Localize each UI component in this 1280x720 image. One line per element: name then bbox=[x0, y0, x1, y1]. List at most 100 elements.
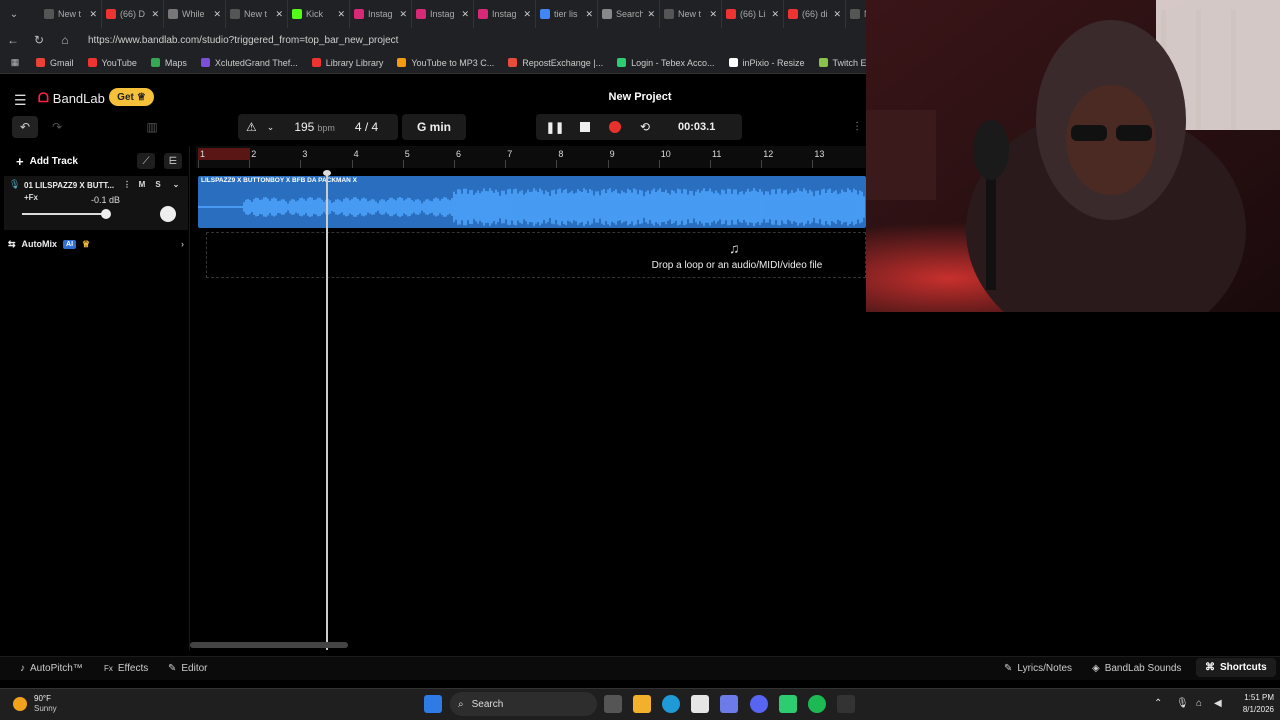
bookmark-item[interactable]: Maps bbox=[150, 58, 187, 68]
loop-button[interactable]: ⟲ bbox=[636, 118, 654, 136]
wifi-icon[interactable]: ⌂ bbox=[1196, 698, 1202, 709]
tab-close-icon[interactable]: ✕ bbox=[647, 9, 655, 20]
lyrics-notes-button[interactable]: ✎ Lyrics/Notes bbox=[1004, 661, 1072, 675]
volume-icon[interactable]: ◀ bbox=[1214, 698, 1222, 709]
system-clock[interactable]: 1:51 PM 8/1/2026 bbox=[1228, 692, 1274, 716]
spotify-icon[interactable] bbox=[808, 695, 826, 713]
weather-description[interactable]: Sunny bbox=[34, 704, 57, 713]
automix-row[interactable]: ⇆ AutoMix AI ♕ › bbox=[8, 236, 186, 252]
back-icon[interactable]: ← bbox=[6, 33, 20, 47]
copilot-icon[interactable] bbox=[720, 695, 738, 713]
tab-close-icon[interactable]: ✕ bbox=[771, 9, 779, 20]
discord-icon[interactable] bbox=[750, 695, 768, 713]
reload-icon[interactable]: ↻ bbox=[32, 33, 46, 47]
xbox-icon[interactable] bbox=[779, 695, 797, 713]
tab-close-icon[interactable]: ✕ bbox=[151, 9, 159, 20]
track-expand-icon[interactable]: ⌄ bbox=[170, 179, 182, 191]
playhead[interactable] bbox=[326, 172, 328, 650]
browser-tab[interactable]: Search ✕ bbox=[598, 0, 660, 28]
weather-temperature[interactable]: 90°F bbox=[34, 694, 51, 703]
browser-tab[interactable]: New t ✕ bbox=[40, 0, 102, 28]
bookmark-item[interactable]: Library Library bbox=[311, 58, 383, 68]
solo-button[interactable]: S bbox=[152, 179, 164, 191]
stop-button[interactable] bbox=[576, 118, 594, 136]
bookmark-item[interactable]: YouTube bbox=[87, 58, 137, 68]
taskbar-search[interactable]: ⌕ Search bbox=[450, 692, 597, 716]
bookmark-item[interactable]: Login - Tebex Acco... bbox=[617, 58, 715, 68]
bandlab-logo[interactable]: ᗝ BandLab bbox=[38, 90, 105, 106]
tab-close-icon[interactable]: ✕ bbox=[399, 9, 407, 20]
metronome-dropdown-icon[interactable]: ⌄ bbox=[267, 122, 275, 133]
tab-close-icon[interactable]: ✕ bbox=[213, 9, 221, 20]
bookmark-item[interactable]: Gmail bbox=[36, 58, 74, 68]
bookmark-item[interactable]: RepostExchange |... bbox=[508, 58, 603, 68]
browser-tab[interactable]: Instag ✕ bbox=[350, 0, 412, 28]
browser-tab[interactable]: New t ✕ bbox=[226, 0, 288, 28]
tab-close-icon[interactable]: ✕ bbox=[461, 9, 469, 20]
mute-button[interactable]: M bbox=[136, 179, 148, 191]
task-view-icon[interactable] bbox=[604, 695, 622, 713]
tab-close-icon[interactable]: ✕ bbox=[523, 9, 531, 20]
file-explorer-icon[interactable] bbox=[633, 695, 651, 713]
mixer-icon[interactable]: ⫶ bbox=[848, 116, 866, 138]
bookmark-item[interactable]: inPixio - Resize bbox=[728, 58, 805, 68]
get-membership-button[interactable]: Get ♕ bbox=[109, 88, 154, 106]
tab-close-icon[interactable]: ✕ bbox=[89, 9, 97, 20]
track-settings-icon[interactable]: ⋿ bbox=[164, 153, 182, 169]
record-button[interactable] bbox=[606, 118, 624, 136]
url-field[interactable]: https://www.bandlab.com/studio?triggered… bbox=[88, 35, 398, 46]
browser-tab[interactable]: While ✕ bbox=[164, 0, 226, 28]
track-menu-icon[interactable]: ⋮ bbox=[121, 179, 133, 191]
key-selector[interactable]: G min bbox=[402, 114, 466, 140]
browser-tab[interactable]: (66) di ✕ bbox=[784, 0, 846, 28]
tab-close-icon[interactable]: ✕ bbox=[585, 9, 593, 20]
horizontal-scrollbar[interactable] bbox=[190, 642, 348, 648]
browser-tab[interactable]: (66) D ✕ bbox=[102, 0, 164, 28]
keyboard-icon[interactable]: ▥ bbox=[142, 116, 162, 138]
autopitch-button[interactable]: ♪ AutoPitch™ bbox=[20, 661, 83, 675]
weather-sun-icon[interactable] bbox=[13, 697, 27, 711]
add-fx-button[interactable]: +Fx bbox=[24, 193, 38, 202]
playhead-handle[interactable] bbox=[323, 170, 331, 176]
tab-search-icon[interactable]: ⌄ bbox=[4, 4, 24, 24]
tab-close-icon[interactable]: ✕ bbox=[337, 9, 345, 20]
store-icon[interactable] bbox=[691, 695, 709, 713]
tab-close-icon[interactable]: ✕ bbox=[833, 9, 841, 20]
menu-icon[interactable]: ☰ bbox=[14, 92, 28, 109]
pause-button[interactable]: ❚❚ bbox=[546, 118, 564, 136]
start-icon[interactable] bbox=[424, 695, 442, 713]
tray-chevron-icon[interactable]: ⌃ bbox=[1154, 698, 1162, 709]
bandlab-app-icon[interactable] bbox=[837, 695, 855, 713]
metronome-icon[interactable]: ⚠ bbox=[246, 120, 257, 134]
microphone-tray-icon[interactable]: 🎙 bbox=[1176, 698, 1189, 709]
edge-icon[interactable] bbox=[662, 695, 680, 713]
add-track-button[interactable]: + Add Track bbox=[8, 152, 134, 170]
tuner-icon[interactable]: ⟋ bbox=[137, 153, 155, 169]
browser-tab[interactable]: tier lis ✕ bbox=[536, 0, 598, 28]
bookmark-item[interactable]: XclutedGrand Thef... bbox=[200, 58, 298, 68]
time-signature[interactable]: 4 / 4 bbox=[355, 120, 378, 134]
undo-button[interactable]: ↶ bbox=[12, 116, 38, 138]
home-icon[interactable]: ⌂ bbox=[58, 33, 72, 47]
redo-button[interactable]: ↷ bbox=[44, 116, 70, 138]
tab-close-icon[interactable]: ✕ bbox=[275, 9, 283, 20]
browser-tab[interactable]: Instag ✕ bbox=[474, 0, 536, 28]
drop-zone[interactable] bbox=[206, 232, 866, 278]
browser-tab[interactable]: Kick ✕ bbox=[288, 0, 350, 28]
tab-close-icon[interactable]: ✕ bbox=[709, 9, 717, 20]
project-title[interactable]: New Project bbox=[560, 91, 720, 103]
browser-tab[interactable]: (66) Li ✕ bbox=[722, 0, 784, 28]
loop-region[interactable] bbox=[198, 148, 250, 160]
tempo-field[interactable]: 195 bpm bbox=[294, 120, 335, 134]
bookmark-item[interactable]: YouTube to MP3 C... bbox=[397, 58, 494, 68]
clock-date: 8/1/2026 bbox=[1242, 705, 1274, 714]
track-name[interactable]: 01 LILSPAZZ9 X BUTT... bbox=[24, 181, 114, 190]
shortcuts-button[interactable]: ⌘ Shortcuts bbox=[1196, 658, 1276, 677]
pan-knob[interactable] bbox=[160, 206, 176, 222]
browser-tab[interactable]: New t ✕ bbox=[660, 0, 722, 28]
effects-button[interactable]: Fx Effects bbox=[104, 661, 148, 675]
browser-tab[interactable]: Instag ✕ bbox=[412, 0, 474, 28]
bandlab-sounds-button[interactable]: ◈ BandLab Sounds bbox=[1092, 661, 1181, 675]
apps-icon[interactable]: ▦ bbox=[8, 57, 22, 68]
editor-button[interactable]: ✎ Editor bbox=[168, 661, 208, 675]
